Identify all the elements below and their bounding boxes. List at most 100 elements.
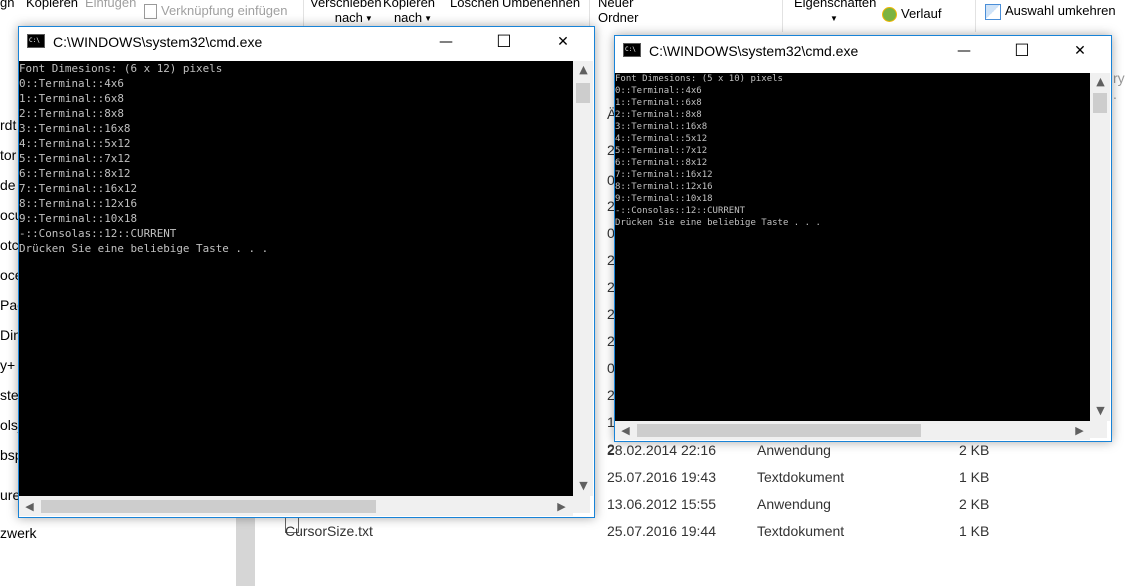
console-line: 3::Terminal::16x8 [615,122,708,132]
vertical-scroll-thumb[interactable] [1093,93,1107,113]
console-line: 1::Terminal::6x8 [19,92,124,105]
scroll-down-arrow-icon[interactable]: ▼ [1092,402,1109,419]
scroll-right-arrow-icon[interactable]: ▶ [1071,422,1088,439]
console-line: Drücken Sie eine beliebige Taste . . . [19,242,269,255]
ribbon-paste-shortcut-button[interactable]: Verknüpfung einfügen [144,3,288,20]
console-line: Font Dimesions: (6 x 12) pixels [19,62,223,75]
cmd-window-right[interactable]: C:\ C:\WINDOWS\system32\cmd.exe — ☐ ✕ Fo… [614,35,1112,442]
console-output[interactable]: Font Dimesions: (6 x 12) pixels0::Termin… [19,61,573,496]
maximize-button[interactable]: ☐ [481,27,527,57]
vertical-scrollbar[interactable]: ▲ ▼ [573,61,593,496]
console-line: 7::Terminal::16x12 [615,170,713,180]
ribbon-copy-button[interactable]: Kopieren [26,0,78,10]
console-output[interactable]: Font Dimesions: (5 x 10) pixels0::Termin… [615,73,1090,421]
dropdown-arrow-icon: ▼ [364,14,373,24]
file-date: 13.06.2012 15:55 [607,496,716,512]
console-line: 4::Terminal::5x12 [19,137,131,150]
ribbon-paste-shortcut-label: Verknüpfung einfügen [161,3,288,18]
console-line: Drücken Sie eine beliebige Taste . . . [615,218,821,228]
scroll-up-arrow-icon[interactable]: ▲ [1092,73,1109,90]
console-line: 9::Terminal::10x18 [615,194,713,204]
ribbon-move-label-2: nach [334,10,363,25]
file-size: 2 KB [959,496,990,512]
resize-grip[interactable] [1090,421,1107,438]
console-line: 4::Terminal::5x12 [615,134,708,144]
ribbon-history-button[interactable]: Verlauf [882,6,942,23]
cmd-icon: C:\ [623,43,641,57]
invert-selection-icon [985,3,1001,20]
ribbon-cut-label: gn [0,0,15,10]
file-date: 25.07.2016 19:44 [607,523,716,539]
console-line: 8::Terminal::12x16 [19,197,138,210]
console-line: 9::Terminal::10x18 [19,212,138,225]
console-line: 5::Terminal::7x12 [615,146,708,156]
horizontal-scroll-thumb[interactable] [41,500,376,513]
ribbon-copy-to-label-2: nach [393,10,423,25]
scroll-left-arrow-icon[interactable]: ◀ [21,498,38,515]
close-button[interactable]: ✕ [1057,36,1103,66]
console-line: 0::Terminal::4x6 [19,77,124,90]
console-line: -::Consolas::12::CURRENT [19,227,177,240]
history-icon [882,7,897,23]
window-title: C:\WINDOWS\system32\cmd.exe [53,34,263,50]
cmd-window-left[interactable]: C:\ C:\WINDOWS\system32\cmd.exe — ☐ ✕ Fo… [18,26,595,518]
file-date: 25.07.2016 19:43 [607,469,716,485]
search-box-fragment: ry . [1113,70,1125,102]
ribbon-copy-to-label-1: Kopieren [383,0,436,10]
console-line: 2::Terminal::8x8 [19,107,124,120]
paste-shortcut-icon [144,4,157,20]
file-size: 1 KB [959,469,990,485]
scroll-up-arrow-icon[interactable]: ▲ [575,61,592,78]
console-line: 0::Terminal::4x6 [615,86,702,96]
ribbon-copy-to-button[interactable]: Kopieren nach ▼ [383,0,435,26]
horizontal-scrollbar[interactable]: ◀ ▶ [615,421,1090,440]
file-size: 1 KB [959,523,990,539]
file-row[interactable]: CursorSize.txt 25.07.2016 19:44 Textdoku… [255,516,1129,545]
ribbon-move-to-button[interactable]: Verschieben nach ▼ [310,0,382,26]
console-line: Font Dimesions: (5 x 10) pixels [615,74,783,84]
console-line: -::Consolas::12::CURRENT [615,206,746,216]
console-line: 3::Terminal::16x8 [19,122,131,135]
ribbon-delete-button[interactable]: Löschen [450,0,499,10]
file-type: Anwendung [757,496,831,512]
horizontal-scrollbar[interactable]: ◀ ▶ [19,496,573,516]
ribbon-properties-button[interactable]: Eigenschaften ▼ [794,0,876,26]
title-bar[interactable]: C:\ C:\WINDOWS\system32\cmd.exe — ☐ ✕ [19,27,594,57]
nav-item[interactable]: zwerk [0,518,236,548]
ribbon-new-folder-button[interactable]: Neuer Ordner [598,0,638,25]
ribbon-new-folder-label-2: Ordner [598,10,639,25]
cmd-icon: C:\ [27,34,45,48]
console-line: 2::Terminal::8x8 [615,110,702,120]
console-line: 7::Terminal::16x12 [19,182,138,195]
ribbon-invert-selection-button[interactable]: Auswahl umkehren [985,3,1116,20]
vertical-scroll-thumb[interactable] [576,83,590,103]
scroll-right-arrow-icon[interactable]: ▶ [553,498,570,515]
window-title: C:\WINDOWS\system32\cmd.exe [649,43,859,59]
maximize-button[interactable]: ☐ [999,36,1045,66]
ribbon-move-label-1: Verschieben [310,0,382,10]
resize-grip[interactable] [573,496,590,513]
console-line: 6::Terminal::8x12 [615,158,708,168]
ribbon-rename-button[interactable]: Umbenennen [502,0,580,10]
ribbon-history-label: Verlauf [901,6,942,21]
scroll-down-arrow-icon[interactable]: ▼ [575,477,592,494]
console-line: 5::Terminal::7x12 [19,152,131,165]
file-type: Textdokument [757,469,845,485]
ribbon-properties-label: Eigenschaften [794,0,877,10]
navigation-pane-scroll-thumb[interactable] [236,518,255,586]
horizontal-scroll-thumb[interactable] [637,424,921,437]
title-bar[interactable]: C:\ C:\WINDOWS\system32\cmd.exe — ☐ ✕ [615,36,1111,66]
dropdown-arrow-icon: ▼ [830,14,838,24]
close-button[interactable]: ✕ [540,27,586,57]
scroll-left-arrow-icon[interactable]: ◀ [617,422,634,439]
file-name: CursorSize.txt [285,523,373,539]
console-line: 6::Terminal::8x12 [19,167,131,180]
file-type: Textdokument [757,523,845,539]
vertical-scrollbar[interactable]: ▲ ▼ [1090,73,1110,421]
minimize-button[interactable]: — [941,36,987,66]
minimize-button[interactable]: — [423,27,469,57]
ribbon-paste-button[interactable]: Einfügen [85,0,136,10]
console-line: 1::Terminal::6x8 [615,98,702,108]
console-line: 8::Terminal::12x16 [615,182,713,192]
ribbon-new-folder-label-1: Neuer [598,0,634,10]
